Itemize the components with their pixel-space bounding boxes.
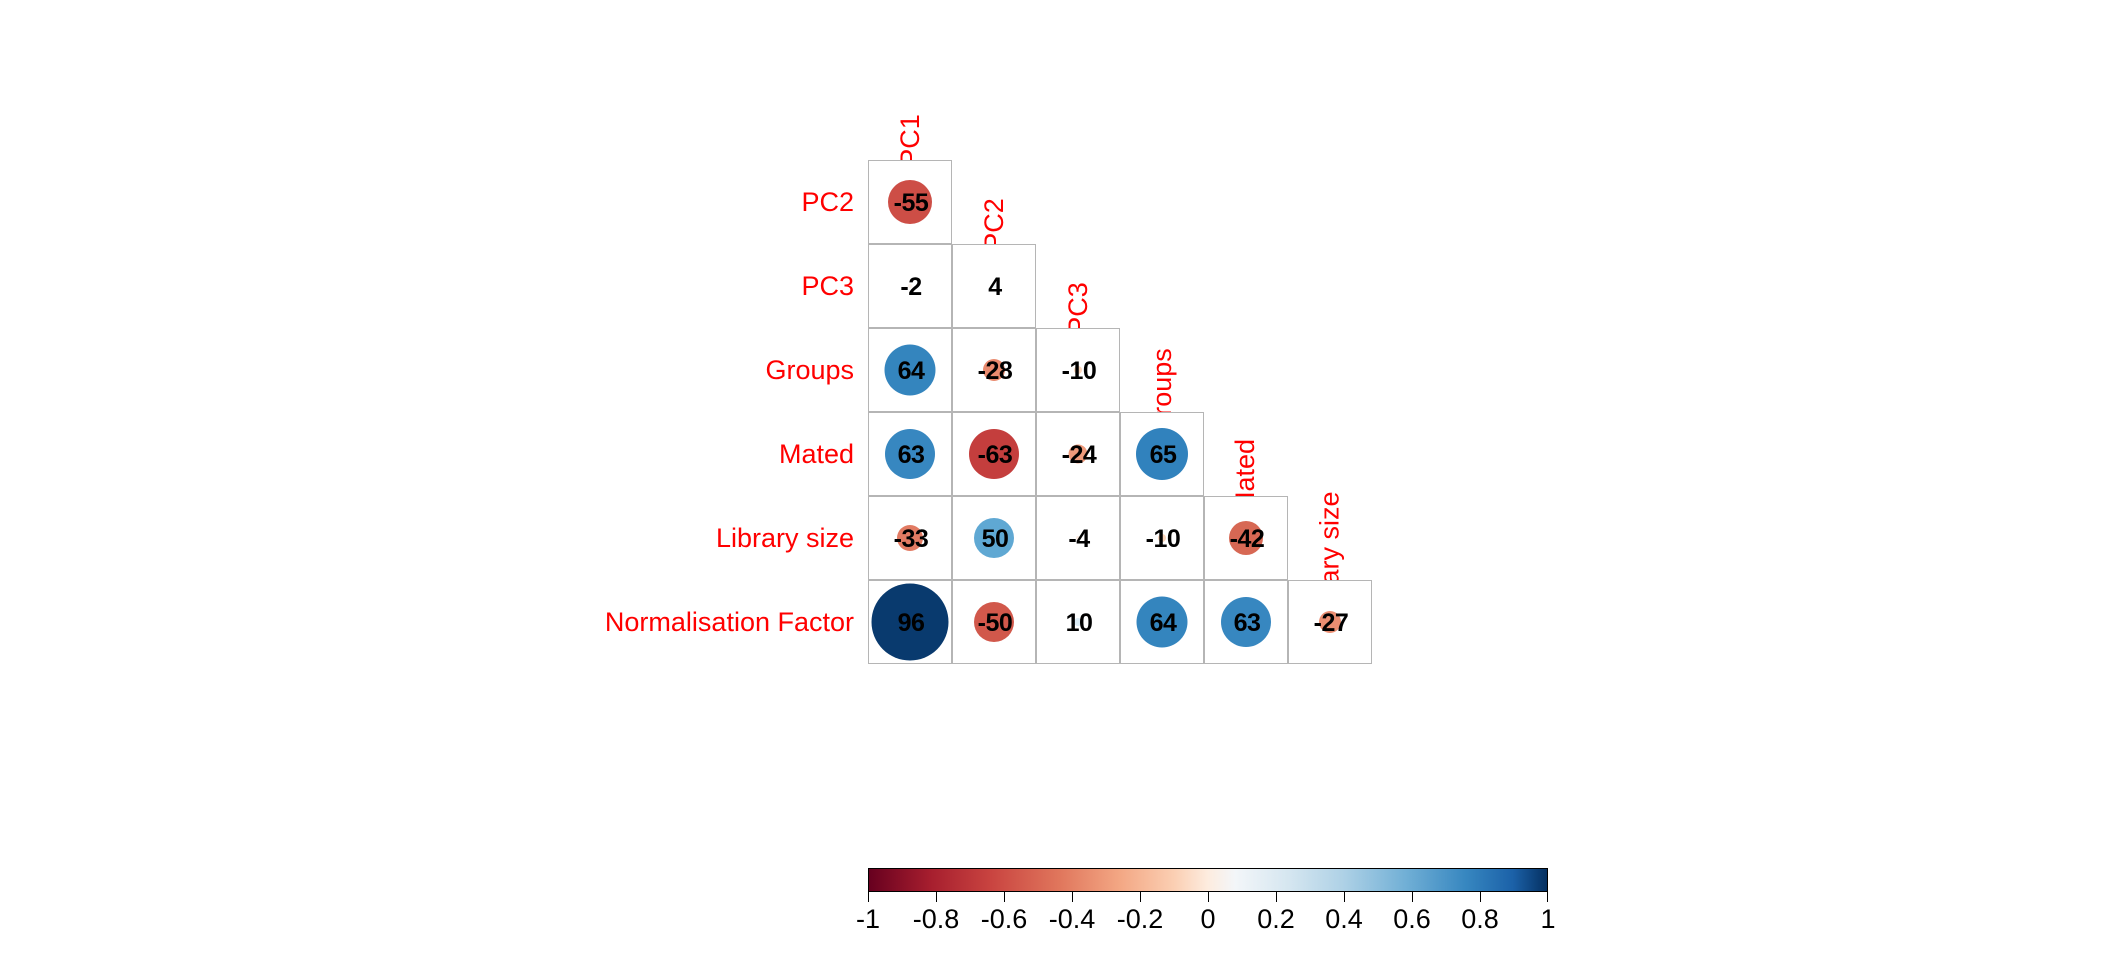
colorbar-tick-label: 0.4 — [1325, 904, 1363, 934]
matrix-cell: -10 — [1036, 328, 1120, 412]
matrix-cell: -10 — [1120, 496, 1204, 580]
matrix-cell: 4 — [952, 244, 1036, 328]
colorbar-tick — [1072, 892, 1073, 902]
correlation-value: -10 — [1061, 356, 1097, 385]
correlation-value: -4 — [1068, 524, 1090, 553]
correlation-value: -50 — [977, 608, 1013, 637]
colorbar-tick-label: 0 — [1200, 904, 1216, 934]
colorbar-tick — [868, 892, 869, 902]
correlogram-plot: PC2 PC3 Groups Mated Library size Normalisati… — [0, 0, 2112, 960]
matrix-cell: -50 — [952, 580, 1036, 664]
matrix-cell: 64 — [868, 328, 952, 412]
diagonal-label: PC2 — [952, 44, 1036, 251]
matrix-cell: 63 — [1204, 580, 1288, 664]
correlation-value: -2 — [900, 272, 922, 301]
colorbar-tick-label: -0.2 — [1116, 904, 1164, 934]
colorbar-tick — [1276, 892, 1277, 902]
colorbar-tick-label: 0.6 — [1393, 904, 1431, 934]
correlation-value: 96 — [897, 608, 925, 637]
diagonal-label: Groups — [1120, 212, 1204, 437]
row-label: PC2 — [801, 186, 854, 217]
matrix-cell: -28 — [952, 328, 1036, 412]
diagonal-label-text: PC3 — [1062, 282, 1093, 335]
matrix-cell: -24 — [1036, 412, 1120, 496]
row-label: PC3 — [801, 270, 854, 301]
row-label: Mated — [778, 438, 854, 469]
correlation-value: 65 — [1149, 440, 1177, 469]
diagonal-label-text: PC2 — [978, 198, 1009, 251]
correlation-value: 63 — [1233, 608, 1261, 637]
correlation-value: -55 — [893, 188, 929, 217]
correlation-value: -42 — [1229, 524, 1265, 553]
colorbar-tick — [1208, 892, 1209, 902]
colorbar-tick — [1547, 892, 1548, 902]
colorbar-tick-label: -0.8 — [912, 904, 960, 934]
matrix-cell: 10 — [1036, 580, 1120, 664]
matrix-cell: -42 — [1204, 496, 1288, 580]
colorbar-tick-label: -1 — [855, 904, 881, 934]
row-label: Normalisation Factor — [604, 606, 854, 637]
colorbar-tick — [936, 892, 937, 902]
correlation-value: -24 — [1061, 440, 1097, 469]
correlation-value: -63 — [977, 440, 1013, 469]
correlation-value: 64 — [1149, 608, 1177, 637]
diagonal-label: PC3 — [1036, 128, 1120, 335]
matrix-cell: -63 — [952, 412, 1036, 496]
row-label: Groups — [765, 354, 854, 385]
correlation-value: -28 — [977, 356, 1013, 385]
matrix-cell: -33 — [868, 496, 952, 580]
correlation-value: -10 — [1145, 524, 1181, 553]
correlation-value: 10 — [1065, 608, 1093, 637]
matrix-cell: 96 — [868, 580, 952, 664]
colorbar-tick-label: -0.6 — [980, 904, 1028, 934]
colorbar-tick-label: -0.4 — [1048, 904, 1096, 934]
matrix-cell: 63 — [868, 412, 952, 496]
matrix-cell: -4 — [1036, 496, 1120, 580]
colorbar-tick — [1004, 892, 1005, 902]
colorbar-tick-label: 1 — [1540, 904, 1556, 934]
correlation-value: 64 — [897, 356, 925, 385]
colorbar-tick-label: 0.8 — [1461, 904, 1499, 934]
colorbar-ticks — [868, 892, 1548, 902]
matrix-cell: 64 — [1120, 580, 1204, 664]
matrix-cell: -55 — [868, 160, 952, 244]
row-label: Library size — [715, 522, 854, 553]
colorbar-gradient — [868, 868, 1548, 892]
colorbar-tick — [1412, 892, 1413, 902]
colorbar-tick — [1344, 892, 1345, 902]
colorbar-tick — [1480, 892, 1481, 902]
diagonal-label-text: PC1 — [894, 114, 925, 167]
matrix-cell: 65 — [1120, 412, 1204, 496]
correlation-value: 4 — [988, 272, 1002, 301]
colorbar-legend: -1 -0.8 -0.6 -0.4 -0.2 0 0.2 0.4 0.6 0.8 1 — [856, 868, 1556, 936]
diagonal-label: Mated — [1204, 296, 1288, 514]
matrix-cell: -27 — [1288, 580, 1372, 664]
correlation-value: -27 — [1313, 608, 1349, 637]
matrix-cell: -2 — [868, 244, 952, 328]
correlation-value: 63 — [897, 440, 925, 469]
colorbar-tick-labels: -1 -0.8 -0.6 -0.4 -0.2 0 0.2 0.4 0.6 0.8 1 — [856, 902, 1556, 936]
matrix-cell: 50 — [952, 496, 1036, 580]
diagonal-label: Library size — [1288, 380, 1372, 629]
diagonal-label: PC1 — [868, 0, 952, 167]
correlation-value: 50 — [981, 524, 1009, 553]
colorbar-tick — [1140, 892, 1141, 902]
colorbar-tick-label: 0.2 — [1257, 904, 1295, 934]
correlation-value: -33 — [893, 524, 929, 553]
